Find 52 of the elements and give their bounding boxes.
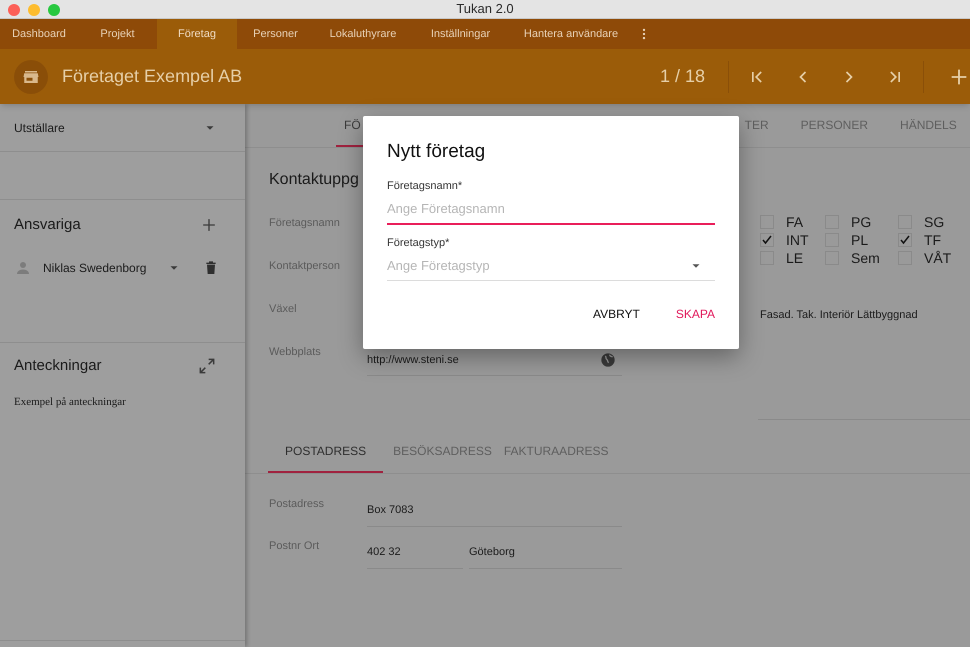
dialog-title: Nytt företag [387, 140, 486, 164]
checkbox-label: Sem [851, 248, 880, 268]
tab[interactable]: FAKTURAADRESS [498, 432, 615, 472]
tab[interactable]: POSTADRESS [268, 432, 384, 472]
dialog-button[interactable]: SKAPA [668, 299, 723, 329]
checkbox-label: PG [851, 212, 872, 232]
checkbox-label: LE [786, 248, 804, 268]
tab[interactable]: HÄNDELS [892, 104, 965, 147]
window-control[interactable] [8, 4, 20, 16]
window-title: Tukan 2.0 [456, 0, 514, 18]
text-field[interactable]: Göteborg [469, 536, 622, 568]
field-label: Växel [269, 302, 298, 318]
nav-tab[interactable]: Projekt [78, 19, 157, 49]
field-label: Webbplats [269, 345, 322, 360]
field-label: Företagsnamn* [387, 179, 464, 194]
checkbox[interactable] [898, 233, 912, 247]
checkbox[interactable] [760, 233, 774, 247]
nav-tab[interactable]: Dashboard [0, 19, 78, 49]
nav-tab[interactable]: Hantera användare [509, 19, 633, 49]
store-icon [14, 60, 48, 94]
nav-tab[interactable]: Företag [157, 19, 237, 49]
field-label: Kontaktperson [269, 259, 341, 274]
section-title: Anteckningar [14, 356, 102, 376]
globe-icon[interactable] [600, 352, 616, 368]
tab[interactable]: TER [736, 104, 777, 147]
nav-tab[interactable]: Lokaluthyrare [314, 19, 412, 49]
expand-icon[interactable] [197, 356, 217, 376]
section-title: Kontaktuppg [269, 170, 359, 190]
record-counter: 1 / 18 [660, 65, 705, 88]
field-label: Företagsnamn [269, 216, 341, 232]
notes-text: Exempel på anteckningar [13, 394, 127, 410]
dropdown-field[interactable]: Utställare [0, 104, 245, 152]
nav-tab[interactable]: Personer [237, 19, 314, 49]
field-label: Postnr Ort [269, 539, 320, 554]
tab[interactable]: PERSONER [792, 104, 876, 147]
text-field[interactable]: 402 32 [367, 536, 463, 568]
checkbox-label: TF [924, 230, 942, 250]
checkbox-label: FA [786, 212, 804, 232]
tags-text: Fasad. Tak. Interiör Lättbyggnad [760, 308, 919, 323]
record-title: Företaget Exempel AB [62, 65, 242, 88]
tab[interactable]: BESÖKSADRESS [387, 432, 498, 472]
nav-tab[interactable]: Inställningar [412, 19, 509, 49]
section-title: Ansvariga [14, 215, 81, 235]
person-name: Niklas Swedenborg [43, 260, 146, 276]
field-label: Företagstyp* [387, 236, 450, 250]
dialog-button[interactable]: AVBRYT [584, 299, 648, 329]
checkbox-label: PL [851, 230, 868, 250]
text-field[interactable]: Box 7083 [367, 494, 622, 526]
checkbox-label: VÅT [924, 248, 952, 268]
field-label: Postadress [269, 497, 326, 512]
checkbox-label: SG [924, 212, 944, 232]
checkbox-label: INT [786, 230, 809, 250]
